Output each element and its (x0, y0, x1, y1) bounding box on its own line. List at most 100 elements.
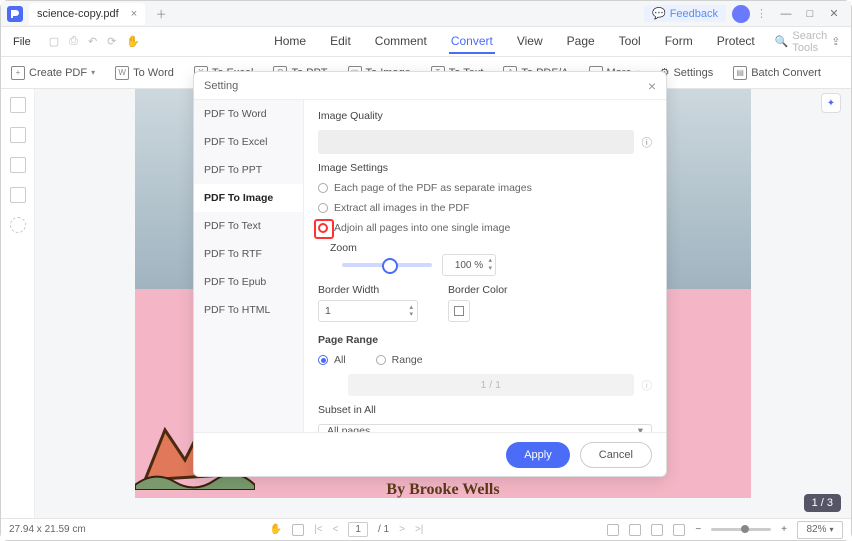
tab-title: science-copy.pdf (37, 8, 119, 20)
print-icon[interactable]: ⎙ (69, 35, 78, 48)
batch-convert-button[interactable]: ▤Batch Convert (733, 66, 821, 80)
maximize-button[interactable]: □ (799, 4, 821, 24)
two-page-icon[interactable] (673, 524, 685, 536)
apply-button[interactable]: Apply (506, 442, 570, 468)
radio-extract-images[interactable]: Extract all images in the PDF (318, 202, 652, 214)
feedback-icon: 💬 (652, 7, 666, 20)
main-menus: Home Edit Comment Convert View Page Tool Form Pr… (272, 30, 757, 54)
zoom-percent-select[interactable]: 82%▾ (797, 521, 843, 539)
menu-form[interactable]: Form (663, 30, 695, 54)
search-icon: 🔍 (775, 35, 789, 48)
menu-page[interactable]: Page (565, 30, 597, 54)
bookmarks-icon[interactable] (10, 127, 26, 143)
create-pdf-button[interactable]: +Create PDF▾ (11, 66, 95, 80)
zoom-out-icon[interactable]: − (695, 524, 701, 535)
image-settings-label: Image Settings (318, 162, 652, 174)
subset-select[interactable]: All pages (318, 424, 652, 432)
sidebar-item-pdf-to-excel[interactable]: PDF To Excel (194, 128, 303, 156)
left-rail (1, 89, 35, 518)
select-tool-icon[interactable] (292, 524, 304, 536)
radio-range-all[interactable]: All (318, 354, 346, 366)
settings-button[interactable]: ⚙Settings (660, 66, 714, 79)
sidebar-item-pdf-to-epub[interactable]: PDF To Epub (194, 268, 303, 296)
titlebar: science-copy.pdf × ＋ 💬 Feedback ⋮ — □ ✕ (1, 1, 851, 27)
menu-protect[interactable]: Protect (715, 30, 757, 54)
search-tools[interactable]: 🔍 Search Tools (775, 30, 828, 54)
sidebar-item-pdf-to-rtf[interactable]: PDF To RTF (194, 240, 303, 268)
image-quality-select[interactable] (318, 130, 634, 154)
close-tab-icon[interactable]: × (131, 8, 137, 20)
hand-tool-icon[interactable]: ✋ (270, 524, 282, 535)
menu-convert[interactable]: Convert (449, 30, 495, 54)
page-dimensions: 27.94 x 21.59 cm (9, 524, 86, 535)
menu-home[interactable]: Home (272, 30, 308, 54)
settings-dialog: Setting × PDF To WordPDF To ExcelPDF To … (193, 71, 667, 477)
menu-comment[interactable]: Comment (373, 30, 429, 54)
sidebar-item-pdf-to-ppt[interactable]: PDF To PPT (194, 156, 303, 184)
border-color-label: Border Color (448, 284, 508, 296)
fit-page-icon[interactable] (629, 524, 641, 536)
zoom-slider[interactable] (342, 263, 432, 267)
signatures-icon[interactable] (10, 217, 26, 233)
page-range-label: Page Range (318, 334, 652, 346)
save-icon[interactable]: ▢ (49, 35, 59, 48)
document-tab[interactable]: science-copy.pdf × (29, 3, 145, 25)
first-page-icon[interactable]: |< (314, 524, 322, 535)
menu-view[interactable]: View (515, 30, 545, 54)
file-menu[interactable]: File (7, 36, 37, 48)
menu-tool[interactable]: Tool (617, 30, 643, 54)
zoom-slider-status[interactable] (711, 528, 771, 531)
radio-each-page[interactable]: Each page of the PDF as separate images (318, 182, 652, 194)
thumbnails-icon[interactable] (10, 97, 26, 113)
redo-icon[interactable]: ⟳ (107, 35, 116, 48)
app-logo (7, 6, 23, 22)
last-page-icon[interactable]: >| (415, 524, 423, 535)
hand-icon[interactable]: ✋ (126, 35, 140, 48)
single-page-icon[interactable] (651, 524, 663, 536)
menu-edit[interactable]: Edit (328, 30, 353, 54)
layers-icon[interactable] (10, 187, 26, 203)
doc-byline: By Brooke Wells (35, 481, 851, 499)
range-input[interactable]: 1 / 1 (348, 374, 634, 396)
image-quality-label: Image Quality (318, 110, 652, 122)
dialog-main: Image Quality ⓘ Image Settings Each page… (304, 100, 666, 432)
new-tab-button[interactable]: ＋ (151, 6, 171, 22)
info-icon[interactable]: ⓘ (642, 135, 653, 150)
feedback-button[interactable]: 💬 Feedback (644, 5, 726, 22)
user-avatar[interactable] (732, 5, 750, 23)
undo-icon[interactable]: ↶ (88, 35, 97, 48)
zoom-stepper[interactable]: 100 %▴▾ (442, 254, 496, 276)
page-indicator: 1 / 3 (804, 494, 841, 512)
zoom-label: Zoom (330, 242, 652, 254)
sidebar-item-pdf-to-image[interactable]: PDF To Image (194, 184, 303, 212)
batch-icon: ▤ (733, 66, 747, 80)
dialog-close-icon[interactable]: × (648, 78, 656, 94)
to-word-button[interactable]: WTo Word (115, 66, 174, 80)
radio-adjoin-pages[interactable]: Adjoin all pages into one single image (318, 222, 652, 234)
kebab-menu-icon[interactable]: ⋮ (756, 7, 767, 20)
prev-page-icon[interactable]: < (333, 524, 339, 535)
sidebar-item-pdf-to-word[interactable]: PDF To Word (194, 100, 303, 128)
border-width-label: Border Width (318, 284, 418, 296)
sidebar-item-pdf-to-html[interactable]: PDF To HTML (194, 296, 303, 324)
close-window-button[interactable]: ✕ (823, 4, 845, 24)
dialog-header: Setting × (194, 72, 666, 100)
page-number-input[interactable]: 1 (348, 522, 368, 537)
cancel-button[interactable]: Cancel (580, 442, 652, 468)
sidebar-item-pdf-to-text[interactable]: PDF To Text (194, 212, 303, 240)
minimize-button[interactable]: — (775, 4, 797, 24)
radio-range-range[interactable]: Range (376, 354, 423, 366)
border-color-picker[interactable] (448, 300, 470, 322)
border-width-stepper[interactable]: 1▴▾ (318, 300, 418, 322)
menubar: File ▢ ⎙ ↶ ⟳ ✋ Home Edit Comment Convert Vie… (1, 27, 851, 57)
fit-width-icon[interactable] (607, 524, 619, 536)
status-bar: 27.94 x 21.59 cm ✋ |< < 1 / 1 > >| − + 8… (1, 518, 851, 540)
next-page-icon[interactable]: > (399, 524, 405, 535)
create-pdf-icon: + (11, 66, 25, 80)
zoom-in-icon[interactable]: + (781, 524, 787, 535)
share-icon[interactable]: ⇪ (831, 35, 840, 48)
dialog-title: Setting (204, 80, 238, 92)
range-info-icon[interactable]: ⓘ (642, 378, 653, 393)
ai-assistant-icon[interactable]: ✦ (821, 93, 841, 113)
attachments-icon[interactable] (10, 157, 26, 173)
